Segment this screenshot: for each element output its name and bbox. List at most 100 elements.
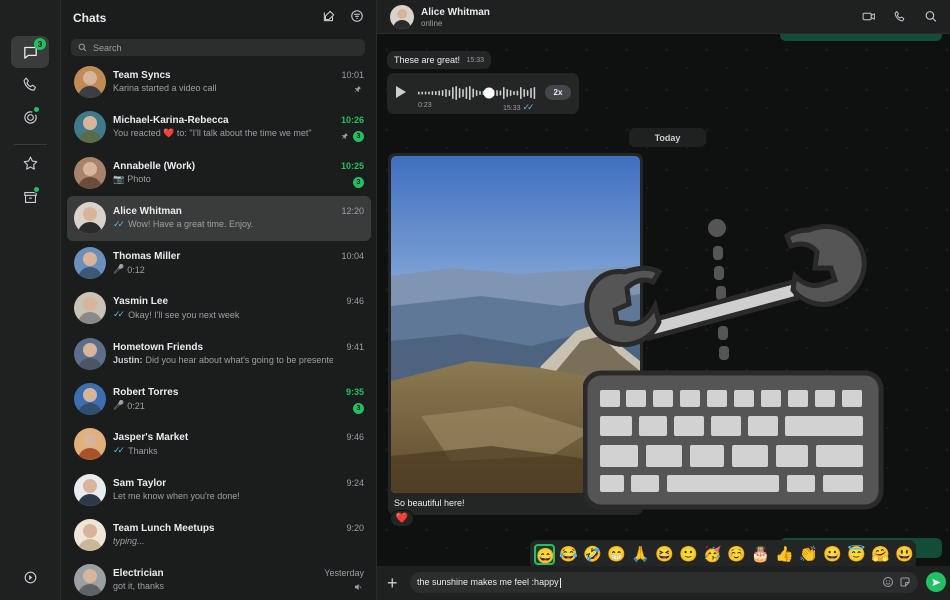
preview-text: Photo xyxy=(127,174,151,185)
emoji-suggestion[interactable]: 😃 xyxy=(894,544,915,565)
chat-avatar[interactable] xyxy=(74,518,106,551)
header-actions xyxy=(862,10,938,23)
chat-avatar[interactable] xyxy=(74,564,106,597)
send-button[interactable] xyxy=(926,572,946,592)
playback-speed-button[interactable]: 2x xyxy=(545,85,571,100)
outgoing-message-peek xyxy=(780,34,942,41)
date-divider: Today xyxy=(629,128,706,147)
chat-time: 10:01 xyxy=(341,70,364,80)
attach-plus-icon[interactable]: + xyxy=(387,573,398,594)
chat-row[interactable]: Electrician Yesterday got it, thanks xyxy=(67,558,371,600)
preview-text: typing... xyxy=(113,535,145,546)
conversation-header[interactable]: Alice Whitman online xyxy=(377,0,950,34)
emoji-picker-icon[interactable] xyxy=(882,576,894,588)
waveform-scrubber[interactable] xyxy=(483,87,495,99)
emoji-suggestion[interactable]: 👏 xyxy=(798,544,819,565)
emoji-suggestion[interactable]: 🎂 xyxy=(750,544,771,565)
emoji-suggestion[interactable]: ☺️ xyxy=(726,544,747,565)
incoming-message[interactable]: These are great! 15:33 xyxy=(387,51,491,69)
chat-row[interactable]: Thomas Miller 10:04 🎤 0:12 xyxy=(67,241,371,286)
search-icon[interactable] xyxy=(924,10,938,23)
emoji-suggestion[interactable]: 🤣 xyxy=(582,544,603,565)
conversation-panel: Alice Whitman online These are great! 15… xyxy=(377,0,950,600)
chat-avatar[interactable] xyxy=(74,292,106,325)
chat-avatar[interactable] xyxy=(74,473,106,506)
emoji-suggestion[interactable]: 😂 xyxy=(558,544,579,565)
emoji-suggestion[interactable]: 🙂 xyxy=(678,544,699,565)
chat-avatar[interactable] xyxy=(74,156,106,189)
message-input[interactable]: the sunshine makes me feel :happy xyxy=(410,572,918,593)
archived-nav-button[interactable] xyxy=(11,181,49,213)
message-text: These are great! xyxy=(394,55,461,65)
voice-call-icon[interactable] xyxy=(893,10,907,23)
chat-avatar[interactable] xyxy=(74,337,106,370)
status-nav-button[interactable] xyxy=(11,101,49,133)
chats-unread-badge: 3 xyxy=(34,38,46,50)
voice-message[interactable]: 0:23 15:33 ✓✓ 2x xyxy=(387,73,579,114)
read-ticks-icon: ✓✓ xyxy=(113,309,125,320)
waveform[interactable] xyxy=(418,85,540,101)
chat-avatar[interactable] xyxy=(74,383,106,416)
filter-icon[interactable] xyxy=(350,9,364,23)
sticker-icon[interactable] xyxy=(899,576,911,588)
chat-avatar[interactable] xyxy=(74,428,106,461)
play-icon[interactable] xyxy=(396,86,406,98)
chat-name: Yasmin Lee xyxy=(113,296,169,308)
starred-nav-button[interactable] xyxy=(11,147,49,179)
chat-avatar[interactable] xyxy=(74,247,106,280)
chat-name: Annabelle (Work) xyxy=(113,160,196,172)
emoji-suggestion[interactable]: 👍 xyxy=(774,544,795,565)
preview-sender: Justin: xyxy=(113,354,143,365)
read-ticks-icon: ✓✓ xyxy=(113,218,125,229)
new-chat-icon[interactable] xyxy=(322,9,336,23)
pin-icon xyxy=(355,86,361,92)
chat-row[interactable]: Team Syncs 10:01 Karina started a video … xyxy=(67,60,371,105)
emoji-suggestion[interactable]: 🤗 xyxy=(870,544,891,565)
chat-name: Electrician xyxy=(113,568,164,580)
emoji-suggestion[interactable]: 😄 xyxy=(534,544,555,565)
chat-time: 9:35 xyxy=(345,387,364,398)
chat-row[interactable]: Hometown Friends 9:41 Justin: Did you hea… xyxy=(67,332,371,377)
rail-divider xyxy=(14,144,47,145)
chat-name: Team Lunch Meetups xyxy=(113,522,215,534)
chat-name: Thomas Miller xyxy=(113,251,181,263)
calls-nav-button[interactable] xyxy=(11,68,49,100)
chat-time: 9:46 xyxy=(346,432,364,443)
chat-name: Team Syncs xyxy=(113,70,171,81)
calls-icon xyxy=(23,77,36,91)
chat-avatar[interactable] xyxy=(74,66,106,98)
chat-time: 10:26 xyxy=(340,115,364,126)
video-call-icon[interactable] xyxy=(862,10,876,23)
chat-name: Michael-Karina-Rebecca xyxy=(113,115,229,127)
emoji-suggestion[interactable]: 😀 xyxy=(822,544,843,565)
muted-icon xyxy=(355,584,362,591)
chat-row[interactable]: Yasmin Lee 9:46 ✓✓ Okay! I'll see you nex… xyxy=(67,286,371,331)
navigation-rail: 3 xyxy=(0,0,61,600)
voice-duration: 0:23 xyxy=(418,102,432,109)
search-input[interactable]: Search xyxy=(71,39,365,56)
chat-row[interactable]: Jasper's Market 9:46 ✓✓ Thanks xyxy=(67,422,371,467)
emoji-suggestion[interactable]: 😆 xyxy=(654,544,675,565)
emoji-suggestion[interactable]: 🙏 xyxy=(630,544,651,565)
heart-reaction[interactable]: ❤️ xyxy=(390,510,414,527)
chat-avatar[interactable] xyxy=(74,201,106,234)
chat-list-title: Chats xyxy=(73,11,107,25)
chat-row[interactable]: Sam Taylor 9:24 Let me know when you're … xyxy=(67,468,371,513)
emoji-suggestion[interactable]: 🥳 xyxy=(702,544,723,565)
settings-nav-button[interactable] xyxy=(11,561,49,593)
contact-status: online xyxy=(421,19,443,28)
emoji-suggestion[interactable]: 😁 xyxy=(606,544,627,565)
chat-row[interactable]: Team Lunch Meetups 9:20 typing... xyxy=(67,513,371,558)
chat-row[interactable]: Robert Torres 9:35 🎤 0:21 3 xyxy=(67,377,371,422)
preview-media-icon: 🎤 xyxy=(113,264,125,275)
chat-row[interactable]: Michael-Karina-Rebecca 10:26 You reacted… xyxy=(67,105,371,150)
chats-nav-button[interactable]: 3 xyxy=(11,36,49,68)
status-new-dot xyxy=(33,106,40,113)
emoji-suggestion[interactable]: 😇 xyxy=(846,544,867,565)
chat-row[interactable]: Alice Whitman 12:20 ✓✓ Wow! Have a great … xyxy=(67,195,371,242)
whatsapp-desktop-window: 3 Chats Search Team Syncs 10:01 Karina s… xyxy=(0,0,950,600)
chat-row[interactable]: Annabelle (Work) 10:25 📷 Photo 3 xyxy=(67,151,371,196)
chat-avatar[interactable] xyxy=(74,111,106,144)
preview-media-icon: 🎤 xyxy=(113,400,125,411)
contact-avatar[interactable] xyxy=(390,5,414,29)
